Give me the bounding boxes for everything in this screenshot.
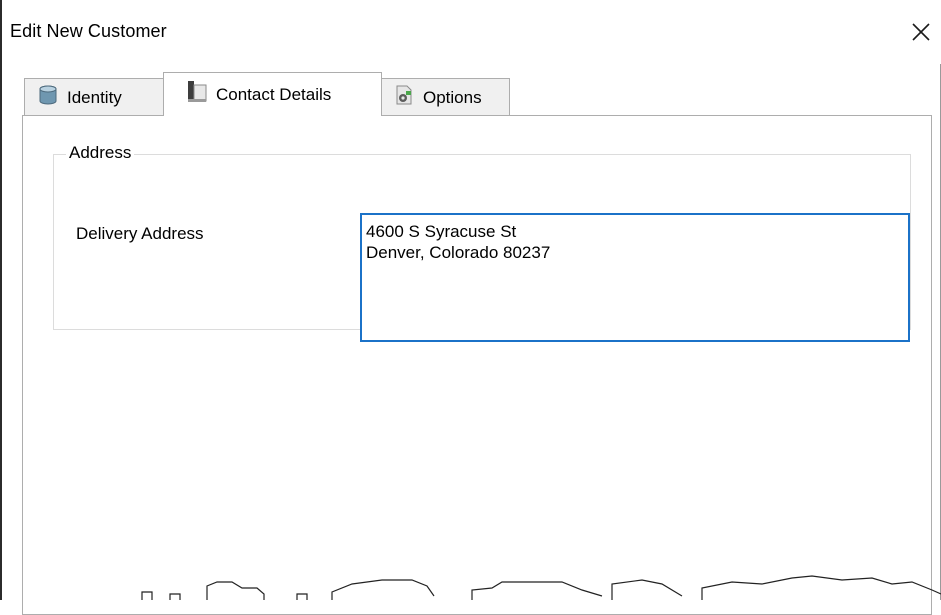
edit-customer-window: Edit New Customer Identity Contact Detai… (0, 0, 941, 615)
contact-card-icon (186, 80, 208, 109)
window-title: Edit New Customer (10, 21, 167, 41)
delivery-address-label: Delivery Address (76, 224, 204, 243)
tab-strip: Identity Contact Details Options (22, 72, 922, 116)
address-groupbox: Address Delivery Address 4600 S Syracuse… (53, 143, 911, 342)
settings-document-icon (393, 84, 415, 111)
contact-details-page: Address Delivery Address 4600 S Syracuse… (22, 115, 932, 615)
tab-identity-label: Identity (67, 87, 122, 107)
tab-contact-details[interactable]: Contact Details (163, 72, 382, 116)
address-line-1: 4600 S Syracuse St (366, 222, 517, 241)
tab-options-label: Options (423, 87, 482, 107)
tab-identity[interactable]: Identity (24, 78, 165, 116)
address-group-title: Address (66, 143, 135, 163)
title-bar: Edit New Customer (2, 0, 941, 64)
tab-contact-details-label: Contact Details (216, 84, 332, 104)
tab-options[interactable]: Options (380, 78, 510, 116)
delivery-address-field[interactable]: 4600 S Syracuse St Denver, Colorado 8023… (360, 213, 910, 342)
address-line-2: Denver, Colorado 80237 (366, 243, 551, 262)
close-icon (912, 23, 930, 41)
decorative-outline-artifact (141, 575, 941, 600)
database-icon (37, 84, 59, 111)
close-button[interactable] (901, 8, 941, 56)
